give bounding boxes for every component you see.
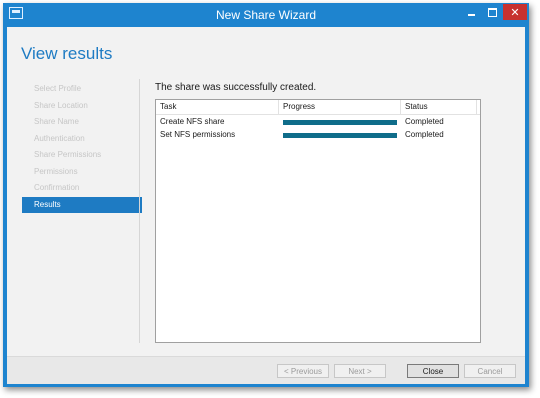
next-button[interactable]: Next > bbox=[334, 364, 386, 378]
progress-fill bbox=[283, 120, 397, 125]
sidebar-item-share-name: Share Name bbox=[34, 117, 79, 126]
results-table: Task Progress Status Create NFS share Co… bbox=[155, 99, 481, 343]
progress-bar bbox=[283, 120, 397, 125]
page-title: View results bbox=[21, 44, 113, 63]
wizard-steps-nav: Select Profile Share Location Share Name… bbox=[22, 81, 142, 213]
task-cell: Set NFS permissions bbox=[160, 130, 236, 139]
close-window-button[interactable]: ✕ bbox=[503, 4, 527, 20]
previous-button[interactable]: < Previous bbox=[277, 364, 329, 378]
table-row[interactable]: Create NFS share Completed bbox=[156, 116, 480, 128]
nav-divider bbox=[139, 79, 140, 343]
status-cell: Completed bbox=[405, 130, 444, 139]
sidebar-item-share-location: Share Location bbox=[34, 100, 88, 110]
close-icon: ✕ bbox=[510, 6, 520, 19]
close-button[interactable]: Close bbox=[407, 364, 459, 378]
maximize-button[interactable] bbox=[482, 4, 502, 20]
success-message: The share was successfully created. bbox=[155, 82, 317, 93]
sidebar-item-confirmation: Confirmation bbox=[34, 183, 80, 192]
task-cell: Create NFS share bbox=[160, 117, 225, 126]
sidebar-item-authentication: Authentication bbox=[34, 133, 85, 143]
sidebar-item-results[interactable]: Results bbox=[22, 196, 142, 213]
minimize-icon bbox=[467, 13, 475, 16]
cancel-button[interactable]: Cancel bbox=[464, 364, 516, 378]
title-bar[interactable]: New Share Wizard ✕ bbox=[3, 3, 529, 27]
sidebar-item-share-permissions: Share Permissions bbox=[34, 150, 102, 159]
wizard-window: New Share Wizard ✕ View results Select P… bbox=[3, 3, 529, 387]
window-title: New Share Wizard bbox=[215, 8, 317, 22]
sidebar-item-select-profile: Select Profile bbox=[34, 84, 82, 93]
column-header-status[interactable]: Status bbox=[401, 100, 477, 114]
progress-bar bbox=[283, 133, 397, 138]
column-header-task[interactable]: Task bbox=[156, 100, 279, 114]
wizard-footer: < Previous Next > Close Cancel bbox=[7, 356, 525, 384]
table-row[interactable]: Set NFS permissions Completed bbox=[156, 129, 480, 141]
maximize-icon bbox=[487, 7, 497, 17]
wizard-client-area: View results Select Profile Share Locati… bbox=[7, 27, 525, 384]
minimize-button[interactable] bbox=[461, 4, 481, 20]
sidebar-item-permissions: Permissions bbox=[34, 166, 78, 176]
progress-fill bbox=[283, 133, 397, 138]
column-header-progress[interactable]: Progress bbox=[279, 100, 401, 114]
status-cell: Completed bbox=[405, 117, 444, 126]
table-header: Task Progress Status bbox=[156, 100, 480, 115]
